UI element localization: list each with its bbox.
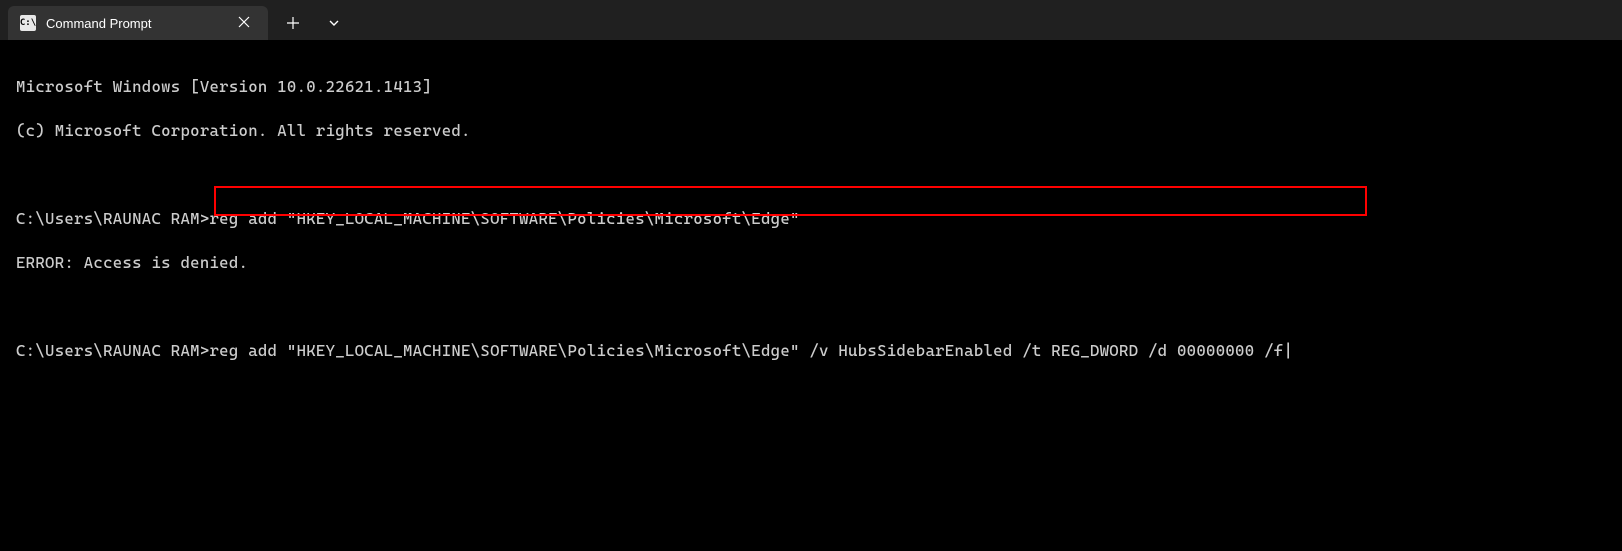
output-line (16, 164, 1606, 186)
cmd-icon: C:\ (20, 15, 36, 31)
output-line (16, 296, 1606, 318)
chevron-down-icon (328, 17, 340, 29)
prompt: C:\Users\RAUNAC RAM> (16, 209, 210, 228)
window-titlebar: C:\ Command Prompt (0, 0, 1622, 40)
cmd-icon-text: C:\ (20, 18, 36, 28)
output-line: ERROR: Access is denied. (16, 252, 1606, 274)
command-text: reg add "HKEY_LOCAL_MACHINE\SOFTWARE\Pol… (210, 341, 1284, 360)
titlebar-controls (268, 0, 354, 40)
output-line: C:\Users\RAUNAC RAM>reg add "HKEY_LOCAL_… (16, 208, 1606, 230)
output-line: Microsoft Windows [Version 10.0.22621.14… (16, 76, 1606, 98)
tab-dropdown-button[interactable] (314, 6, 354, 40)
close-tab-button[interactable] (232, 13, 256, 33)
output-line: (c) Microsoft Corporation. All rights re… (16, 120, 1606, 142)
terminal-output[interactable]: Microsoft Windows [Version 10.0.22621.14… (0, 40, 1622, 398)
tab-title: Command Prompt (46, 16, 202, 31)
output-line: C:\Users\RAUNAC RAM>reg add "HKEY_LOCAL_… (16, 340, 1606, 362)
plus-icon (286, 16, 300, 30)
prompt: C:\Users\RAUNAC RAM> (16, 341, 210, 360)
terminal-tab[interactable]: C:\ Command Prompt (8, 6, 268, 40)
close-icon (238, 16, 250, 28)
new-tab-button[interactable] (272, 6, 314, 40)
text-cursor: | (1283, 340, 1293, 362)
command-text: reg add "HKEY_LOCAL_MACHINE\SOFTWARE\Pol… (210, 209, 800, 228)
